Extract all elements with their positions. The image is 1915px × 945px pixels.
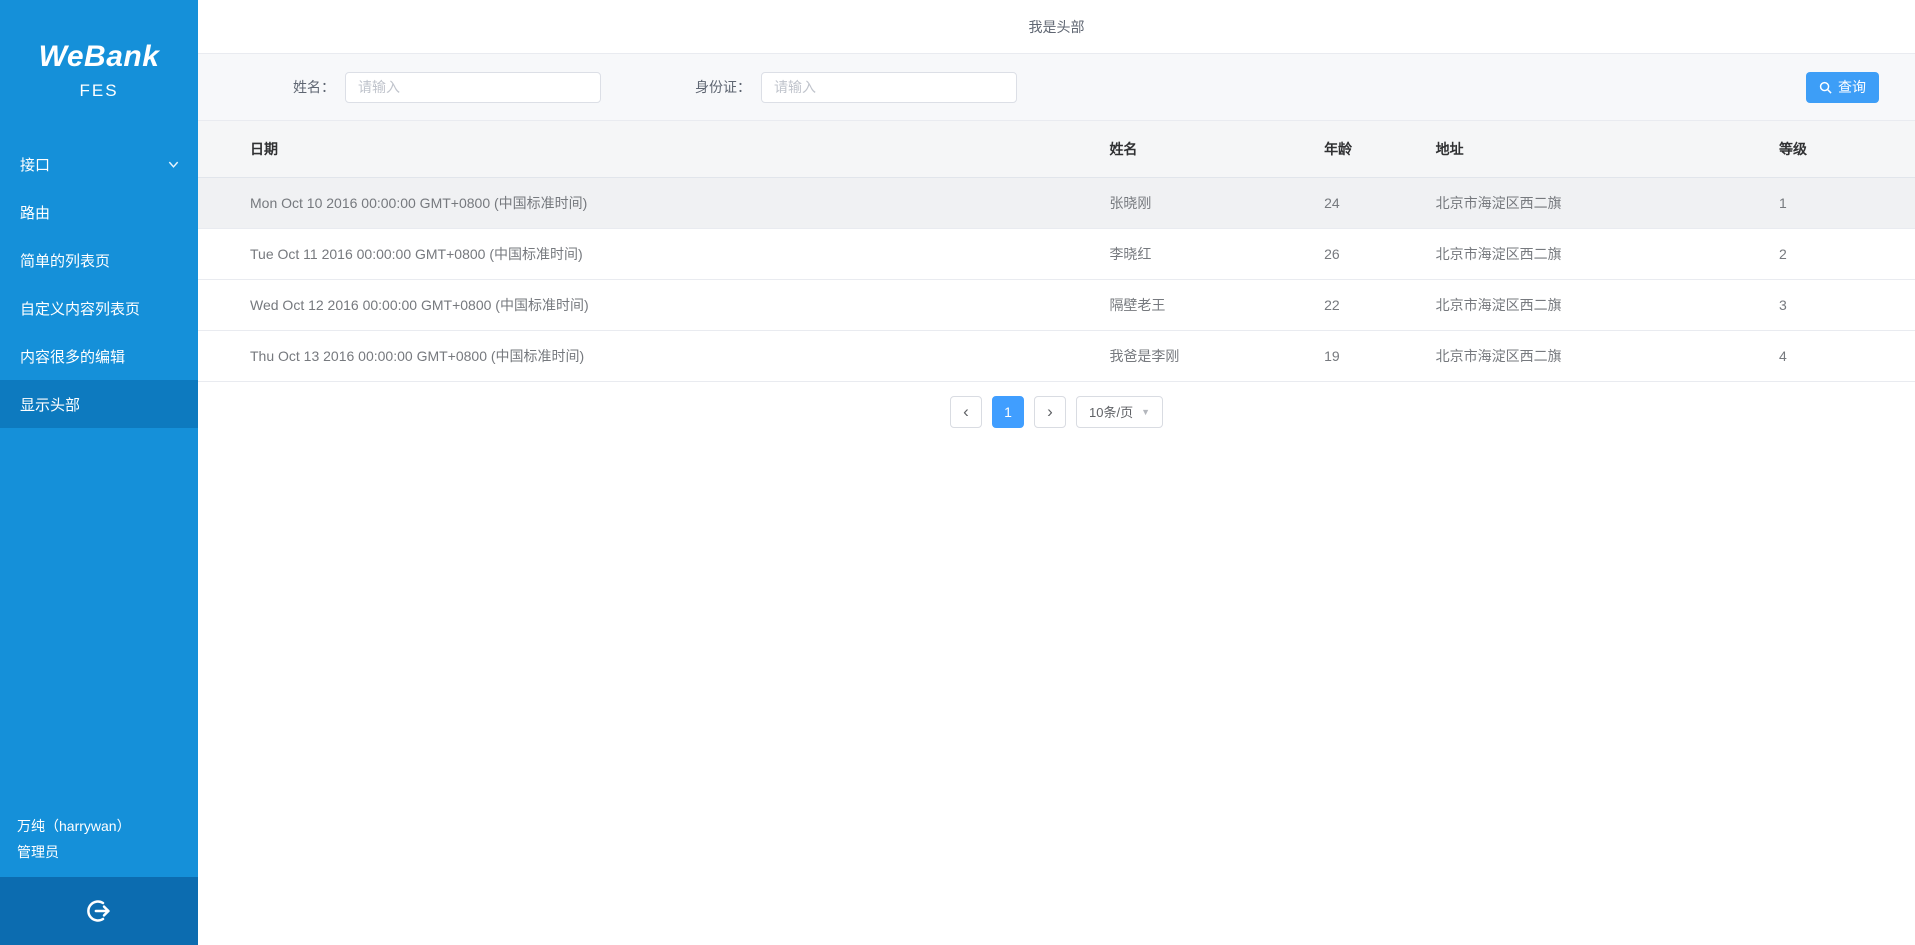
sidebar-item-custom-list[interactable]: 自定义内容列表页 (0, 284, 198, 332)
current-page-number: 1 (1004, 405, 1012, 419)
cell-addr: 北京市海淀区西二旗 (1426, 330, 1769, 381)
table-row[interactable]: Wed Oct 12 2016 00:00:00 GMT+0800 (中国标准时… (198, 279, 1915, 330)
chevron-down-icon (167, 158, 180, 171)
name-field-label: 姓名： (293, 77, 335, 97)
name-field-group: 姓名： (293, 72, 601, 103)
cell-addr: 北京市海淀区西二旗 (1426, 228, 1769, 279)
logout-icon (84, 896, 114, 926)
cell-name: 隔壁老王 (1099, 279, 1314, 330)
table-header-row: 日期 姓名 年龄 地址 等级 (198, 121, 1915, 177)
cell-age: 19 (1314, 330, 1426, 381)
cell-level: 1 (1769, 177, 1915, 228)
chevron-left-icon: ‹ (963, 403, 969, 420)
col-header-age: 年龄 (1314, 121, 1426, 177)
query-button[interactable]: 查询 (1806, 72, 1879, 103)
chevron-right-icon: › (1047, 403, 1053, 420)
data-table: 日期 姓名 年龄 地址 等级 Mon Oct 10 2016 00:00:00 … (198, 121, 1915, 382)
sidebar-item-route[interactable]: 路由 (0, 188, 198, 236)
sidebar: WeBank FES 接口 路由 简单的列表页 自定义内容列表页 内容很多的编辑… (0, 0, 198, 945)
cell-date: Wed Oct 12 2016 00:00:00 GMT+0800 (中国标准时… (198, 279, 1099, 330)
next-page-button[interactable]: › (1034, 396, 1066, 428)
user-info: 万纯（harrywan） 管理员 (0, 813, 198, 865)
sidebar-item-label: 简单的列表页 (20, 250, 110, 271)
query-button-label: 查询 (1838, 77, 1866, 97)
caret-down-icon: ▼ (1141, 407, 1150, 417)
page-title: 我是头部 (1029, 17, 1085, 37)
id-field-group: 身份证： (695, 72, 1017, 103)
col-header-level: 等级 (1769, 121, 1915, 177)
cell-date: Mon Oct 10 2016 00:00:00 GMT+0800 (中国标准时… (198, 177, 1099, 228)
sidebar-item-label: 自定义内容列表页 (20, 298, 140, 319)
name-input[interactable] (345, 72, 601, 103)
cell-name: 李晓红 (1099, 228, 1314, 279)
logo-brand-text: WeBank (0, 40, 198, 74)
table-row[interactable]: Mon Oct 10 2016 00:00:00 GMT+0800 (中国标准时… (198, 177, 1915, 228)
cell-age: 24 (1314, 177, 1426, 228)
pagination: ‹ 1 › 10条/页 ▼ (198, 396, 1915, 428)
main-content: 我是头部 姓名： 身份证： 查询 日期 姓名 年龄 地址 (198, 0, 1915, 428)
search-icon (1819, 81, 1832, 94)
page-header: 我是头部 (198, 0, 1915, 54)
app-logo: WeBank FES (0, 0, 198, 101)
cell-date: Thu Oct 13 2016 00:00:00 GMT+0800 (中国标准时… (198, 330, 1099, 381)
cell-name: 张晓刚 (1099, 177, 1314, 228)
id-card-input[interactable] (761, 72, 1017, 103)
logout-button[interactable] (0, 877, 198, 945)
col-header-name: 姓名 (1099, 121, 1314, 177)
sidebar-item-label: 显示头部 (20, 394, 80, 415)
cell-level: 3 (1769, 279, 1915, 330)
sidebar-item-label: 接口 (20, 154, 50, 175)
cell-age: 22 (1314, 279, 1426, 330)
sidebar-item-label: 路由 (20, 202, 50, 223)
user-name: 万纯（harrywan） (17, 813, 198, 839)
col-header-date: 日期 (198, 121, 1099, 177)
table-row[interactable]: Tue Oct 11 2016 00:00:00 GMT+0800 (中国标准时… (198, 228, 1915, 279)
col-header-addr: 地址 (1426, 121, 1769, 177)
cell-level: 2 (1769, 228, 1915, 279)
sidebar-item-simple-list[interactable]: 简单的列表页 (0, 236, 198, 284)
sidebar-item-api[interactable]: 接口 (0, 140, 198, 188)
cell-date: Tue Oct 11 2016 00:00:00 GMT+0800 (中国标准时… (198, 228, 1099, 279)
cell-age: 26 (1314, 228, 1426, 279)
page-size-value: 10条/页 (1089, 402, 1133, 421)
table-row[interactable]: Thu Oct 13 2016 00:00:00 GMT+0800 (中国标准时… (198, 330, 1915, 381)
cell-addr: 北京市海淀区西二旗 (1426, 279, 1769, 330)
sidebar-menu: 接口 路由 简单的列表页 自定义内容列表页 内容很多的编辑 显示头部 (0, 140, 198, 428)
search-bar: 姓名： 身份证： 查询 (198, 54, 1915, 121)
cell-name: 我爸是李刚 (1099, 330, 1314, 381)
logo-sub-text: FES (0, 81, 198, 101)
sidebar-item-label: 内容很多的编辑 (20, 346, 125, 367)
id-field-label: 身份证： (695, 77, 751, 97)
page-1-button[interactable]: 1 (992, 396, 1024, 428)
sidebar-item-show-header[interactable]: 显示头部 (0, 380, 198, 428)
prev-page-button[interactable]: ‹ (950, 396, 982, 428)
cell-addr: 北京市海淀区西二旗 (1426, 177, 1769, 228)
user-role: 管理员 (17, 839, 198, 865)
page-size-select[interactable]: 10条/页 ▼ (1076, 396, 1163, 428)
sidebar-item-long-edit[interactable]: 内容很多的编辑 (0, 332, 198, 380)
cell-level: 4 (1769, 330, 1915, 381)
